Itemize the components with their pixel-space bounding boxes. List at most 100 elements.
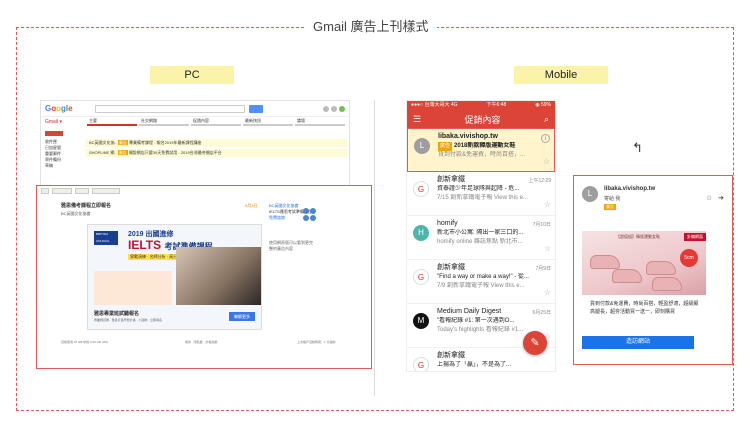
card-sender: libaka.vivishop.tw — [604, 186, 656, 192]
share-icons — [303, 208, 317, 221]
row-subject: "Find a way or make a way!" - 從... — [437, 274, 529, 280]
british-council-logo: BRITISH COUNCIL — [94, 231, 118, 245]
list-item[interactable]: G 創新拿鐵 "Find a way or make a way!" - 從..… — [407, 260, 555, 304]
menu-icon[interactable]: ☰ — [413, 114, 421, 125]
email-sender: BC英國文化協會 — [61, 211, 91, 216]
star-forward-icons[interactable]: ☆ ➜ — [706, 194, 726, 202]
product-image[interactable]: 【超值組】韓版運動女鞋 針織網面 5cm — [582, 231, 706, 295]
tab-primary[interactable]: 主要 — [87, 118, 137, 126]
ad-row[interactable]: BC英國文化協.. 廣告 專業備考課程 - 報名2019年最新課程講座 — [85, 139, 347, 147]
row-text: 開設網店只要30天免費試用 - 2019台灣最夯開店平台 — [128, 150, 222, 155]
row-time: 6月25日 — [532, 310, 551, 316]
shoe-image — [612, 269, 642, 283]
row-snippet: homify online 雜誌焦點 新北市... — [437, 239, 523, 245]
banner-photo — [176, 247, 261, 305]
row-snippet: 7/15 創新拿鐵電子報 View this e... — [437, 195, 528, 201]
banner-caption-sub: 專業師資群 · 量身打造學習計畫 · 小班制 · 立即報名 — [94, 318, 162, 322]
notification-icon[interactable] — [331, 105, 337, 112]
ielts-text: IELTS — [128, 238, 162, 252]
star-icon[interactable]: ☆ — [544, 288, 551, 297]
row-snippet: 7/9 創新拿鐵電子報 View this e... — [437, 283, 525, 289]
search-input[interactable] — [94, 104, 245, 113]
row-sender: libaka.vivishop.tw — [438, 133, 498, 140]
divider — [374, 100, 375, 396]
sidebar-item-drafts[interactable]: 草稿 — [45, 163, 73, 169]
row-subject: 新北市小公寓: 隔出一家三口的... — [437, 230, 524, 236]
clock-text: 下午6:48 — [486, 102, 507, 108]
mobile-inbox: ●●●○ 台灣大哥大 4G 下午6:48 ◉ 59% ☰ 促銷內容 ⌕ L li… — [406, 100, 556, 372]
row-snippet: 貨到付款&免運費，時尚百搭，... — [438, 152, 526, 158]
google-logo: Google — [45, 104, 73, 113]
row-time: 7月10日 — [532, 222, 551, 228]
avatar: G — [413, 357, 429, 371]
star-icon[interactable]: ☆ — [544, 200, 551, 209]
shoe-image — [652, 277, 682, 291]
search-icon[interactable]: ⌕ — [544, 114, 549, 125]
card-description: 貨到付款&免運費，時尚百搭，輕盈舒適，超級顯高腿長，超夯活動買一送一，即刻購買 — [590, 301, 699, 315]
storage-text: 目前使用 15 GB 中的 0.06 GB (0%) — [61, 340, 109, 344]
learn-more-button[interactable]: 瞭解更多 — [229, 312, 255, 321]
list-item[interactable]: H homify 新北市小公寓: 隔出一家三口的... homify onlin… — [407, 216, 555, 260]
reply-arrow-icon: ↰ — [632, 140, 643, 155]
avatar: L — [582, 186, 598, 202]
info-icon[interactable]: i — [541, 134, 550, 143]
gmail-menu[interactable]: Gmail ▾ — [45, 119, 69, 125]
card-recipient: 寄給 我 — [604, 196, 621, 202]
star-icon[interactable]: ☆ — [543, 157, 550, 166]
avatar[interactable] — [339, 105, 345, 112]
archive-button[interactable] — [52, 188, 72, 194]
shoe-image — [646, 261, 676, 275]
email-date: 5月3日 — [245, 203, 258, 208]
row-subject: 2018新款韓版運動女鞋 — [454, 143, 516, 149]
mobile-label: Mobile — [514, 66, 608, 84]
search-button[interactable] — [248, 104, 263, 113]
row-sender: BC英國文化協.. — [89, 140, 117, 145]
tab-updates[interactable]: 最新快訊 — [243, 118, 293, 126]
product-image-title: 【超值組】韓版運動女鞋 — [616, 234, 660, 239]
compose-fab[interactable]: ✎ — [523, 331, 547, 355]
pc-label: PC — [150, 66, 234, 84]
mobile-expanded-ad: L libaka.vivishop.tw 寄給 我 廣告 ☆ ➜ 【超值組】韓版… — [573, 175, 733, 365]
banner-illustration — [94, 271, 172, 305]
delete-button[interactable] — [75, 188, 89, 194]
list-item[interactable]: G 創新拿鐵 資泰證少年足球隊與起降 - 危... 7/15 創新拿鐵電子報 V… — [407, 172, 555, 216]
row-time: 7月9日 — [535, 266, 551, 272]
row-subject: "看報紀錄 #1: 第一次遇到O... — [437, 318, 515, 324]
pc-inbox-screenshot: Google Gmail ▾ 主要 社交網路 促銷內容 最新快訊 論壇 收件匣 … — [40, 100, 350, 192]
tab-promotions[interactable]: 促銷內容 — [191, 118, 241, 126]
activity-text: 上次帳戶活動時間：1 分鐘前 — [297, 340, 336, 344]
tab-social[interactable]: 社交網路 — [139, 118, 189, 126]
ad-list-item[interactable]: L libaka.vivishop.tw 廣告 2018新款韓版運動女鞋 貨到付款… — [407, 128, 555, 172]
side-note: 使用網頁版可以看到更完整的廣告內容 — [269, 240, 313, 251]
row-time: 上午12:29 — [528, 178, 551, 184]
shoe-image — [590, 255, 620, 269]
ad-badge: 廣告 — [604, 204, 616, 210]
row-sender: SHOPLINE 網.. — [89, 150, 117, 155]
email-subject: 雅思備考課程立即報名 — [61, 203, 112, 209]
visit-site-button[interactable]: 造訪網站 — [582, 336, 694, 349]
star-icon[interactable]: ☆ — [544, 244, 551, 253]
back-icon[interactable] — [41, 188, 49, 194]
avatar: G — [413, 269, 429, 285]
avatar: M — [413, 313, 429, 329]
row-snippet: Today's highlights 看報紀錄 #1... — [437, 327, 524, 333]
app-bar: ☰ 促銷內容 ⌕ — [407, 110, 555, 128]
page-title: Gmail 廣告上刊樣式 — [305, 16, 437, 35]
avatar: H — [413, 225, 429, 241]
ad-banner[interactable]: BRITISH COUNCIL 2019 出國進修 IELTS 考試準備課程 實… — [87, 224, 262, 330]
tab-forums[interactable]: 論壇 — [295, 118, 345, 126]
status-bar: ●●●○ 台灣大哥大 4G 下午6:48 ◉ 59% — [407, 101, 555, 110]
apps-icon[interactable] — [323, 105, 329, 112]
ad-row[interactable]: SHOPLINE 網.. 廣告 開設網店只要30天免費試用 - 2019台灣最夯… — [85, 149, 347, 157]
pc-expanded-ad: 雅思備考課程立即報名 BC英國文化協會 5月3日 BC英國文化協會 IELTS雅… — [36, 185, 372, 369]
move-button[interactable] — [92, 188, 120, 194]
carrier-text: ●●●○ 台灣大哥大 4G — [411, 102, 458, 108]
footer-links[interactable]: 條款 · 隱私權 · 計畫政策 — [185, 340, 217, 344]
compose-button[interactable] — [45, 131, 63, 136]
ad-badge: 廣告 — [117, 150, 128, 155]
product-ribbon: 針織網面 — [684, 233, 706, 241]
avatar: L — [414, 138, 430, 154]
row-subject: 上揚為了「贏」，不是為了... — [437, 362, 512, 368]
appbar-title: 促銷內容 — [464, 114, 501, 125]
row-text: 專業備考課程 - 報名2019年最新課程講座 — [129, 140, 202, 145]
